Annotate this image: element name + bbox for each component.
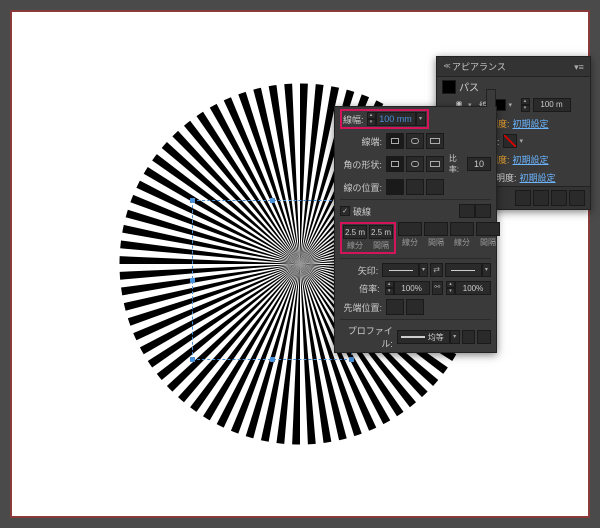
dashed-checkbox[interactable]: ✓: [340, 206, 350, 216]
align-label: 線の位置:: [340, 181, 382, 194]
corner-label: 角の形状:: [340, 158, 382, 171]
dash-2-input[interactable]: [398, 222, 422, 236]
dashed-label: 破線: [353, 205, 371, 218]
panel-header[interactable]: ≪ アピアランス ▾≡: [437, 57, 590, 77]
limit-input[interactable]: [467, 157, 491, 171]
resize-handle[interactable]: [349, 357, 354, 362]
arrow-align-label: 先端位置:: [340, 301, 382, 314]
divider: [340, 319, 491, 320]
join-round-button[interactable]: [406, 156, 424, 172]
resize-handle[interactable]: [190, 198, 195, 203]
delete-button[interactable]: [569, 190, 585, 206]
opacity-value-link[interactable]: 初期設定: [513, 117, 549, 130]
dash-align-exact-button[interactable]: [459, 204, 475, 218]
arrow-align-end-button[interactable]: [406, 299, 424, 315]
flip-along-button[interactable]: [462, 330, 476, 344]
weight-dropdown-icon[interactable]: ▾: [416, 112, 426, 126]
clear-button[interactable]: [533, 190, 549, 206]
dashed-row: ✓ 破線: [335, 202, 496, 220]
limit-label: 比率:: [449, 153, 467, 175]
selection-bounding-box[interactable]: [192, 200, 352, 360]
weight-input[interactable]: [376, 112, 416, 126]
gap-2-input[interactable]: [424, 222, 448, 236]
weight-spinner[interactable]: ▴▾: [367, 112, 376, 126]
dash-1-input[interactable]: [343, 225, 367, 239]
profile-value: 均等: [428, 332, 444, 343]
dash-inputs-row: 線分 間隔 線分 間隔 線分 間隔: [335, 220, 496, 256]
align-outside-button[interactable]: [426, 179, 444, 195]
dropdown-icon[interactable]: ▾: [509, 101, 517, 109]
panel-title: アピアランス: [452, 60, 506, 73]
stroke-panel: 線幅: ▴▾ ▾ 線端: 角の形状: 比率: 線の位置: ✓ 破線: [334, 106, 497, 353]
swap-arrows-button[interactable]: ⇄: [430, 263, 443, 277]
gap-1-label: 間隔: [373, 240, 389, 251]
gap-3-label: 間隔: [480, 237, 496, 248]
collapse-icon[interactable]: ≪: [442, 62, 452, 72]
resize-handle[interactable]: [270, 198, 275, 203]
corner-row: 角の形状: 比率:: [335, 151, 496, 177]
link-scale-icon[interactable]: ⚯: [432, 281, 443, 295]
dash-3-input[interactable]: [450, 222, 474, 236]
cap-row: 線端:: [335, 131, 496, 151]
cap-label: 線端:: [340, 135, 382, 148]
align-inside-button[interactable]: [406, 179, 424, 195]
dropdown-icon[interactable]: ▾: [450, 330, 460, 344]
align-center-button[interactable]: [386, 179, 404, 195]
arrow-align-row: 先端位置:: [335, 297, 496, 317]
fill-swatch-none[interactable]: [503, 134, 517, 148]
divider: [340, 258, 491, 259]
profile-row: プロファイル: 均等 ▾: [335, 322, 496, 352]
cap-butt-button[interactable]: [386, 133, 404, 149]
gap-3-input[interactable]: [476, 222, 500, 236]
cap-round-button[interactable]: [406, 133, 424, 149]
opacity-value-link[interactable]: 初期設定: [520, 171, 556, 184]
dropdown-icon[interactable]: ▾: [520, 137, 528, 145]
profile-preview-icon: [401, 336, 425, 338]
dash-align-corner-button[interactable]: [475, 204, 491, 218]
duplicate-button[interactable]: [551, 190, 567, 206]
arrow-row: 矢印: ▾ ⇄ ▾: [335, 261, 496, 279]
dropdown-icon[interactable]: ▾: [419, 263, 428, 277]
fx-button[interactable]: [515, 190, 531, 206]
panel-menu-icon[interactable]: ▾≡: [573, 62, 585, 72]
resize-handle[interactable]: [190, 357, 195, 362]
divider: [340, 199, 491, 200]
scale-a-spinner[interactable]: ▴▾: [385, 281, 394, 295]
appearance-item-path[interactable]: パス: [437, 77, 590, 96]
item-name: パス: [459, 79, 479, 94]
gap-2-label: 間隔: [428, 237, 444, 248]
panel-tab[interactable]: [486, 89, 496, 107]
arrow-label: 矢印:: [340, 264, 378, 277]
scale-a-input[interactable]: [394, 281, 430, 295]
align-row: 線の位置:: [335, 177, 496, 197]
weight-label: 線幅:: [343, 113, 364, 126]
cap-projecting-button[interactable]: [426, 133, 444, 149]
path-thumb-icon: [442, 80, 456, 94]
resize-handle[interactable]: [190, 278, 195, 283]
profile-select[interactable]: 均等: [397, 330, 450, 344]
arrow-end-select[interactable]: [445, 263, 482, 277]
arrow-align-extend-button[interactable]: [386, 299, 404, 315]
stroke-weight-row: 線幅: ▴▾ ▾: [335, 107, 496, 131]
gap-1-input[interactable]: [369, 225, 393, 239]
scale-label: 倍率:: [340, 282, 380, 295]
resize-handle[interactable]: [270, 357, 275, 362]
stroke-weight-spinner[interactable]: ▴▾: [521, 98, 530, 112]
dash-1-label: 線分: [347, 240, 363, 251]
scale-row: 倍率: ▴▾ ⚯ ▴▾: [335, 279, 496, 297]
join-miter-button[interactable]: [386, 156, 404, 172]
flip-across-button[interactable]: [477, 330, 491, 344]
join-bevel-button[interactable]: [426, 156, 444, 172]
profile-label: プロファイル:: [340, 324, 393, 350]
arrow-start-select[interactable]: [382, 263, 419, 277]
stroke-weight-value[interactable]: 100 m: [533, 98, 571, 112]
scale-b-input[interactable]: [455, 281, 491, 295]
dash-3-label: 線分: [454, 237, 470, 248]
opacity-value-link[interactable]: 初期設定: [513, 153, 549, 166]
scale-b-spinner[interactable]: ▴▾: [446, 281, 455, 295]
dash-2-label: 線分: [402, 237, 418, 248]
dropdown-icon[interactable]: ▾: [482, 263, 491, 277]
